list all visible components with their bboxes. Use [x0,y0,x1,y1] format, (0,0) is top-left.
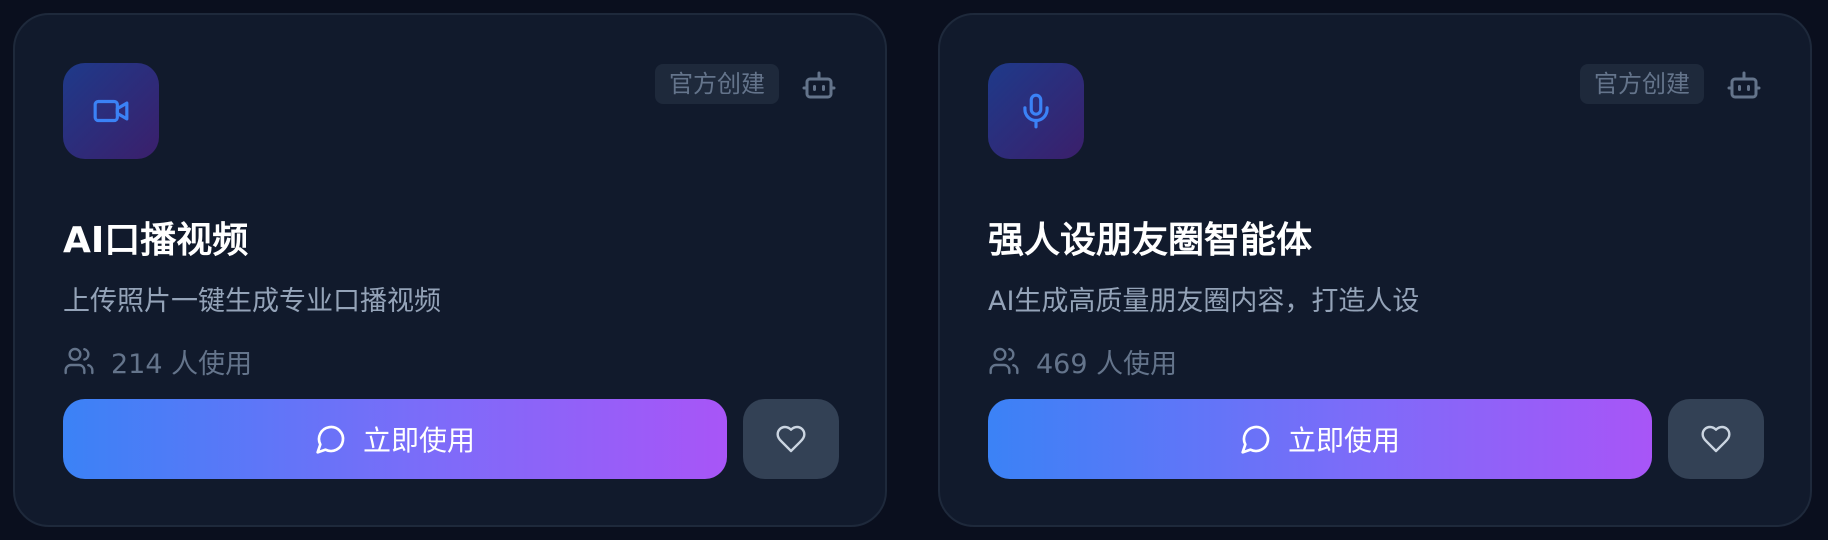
agent-avatar [63,63,159,159]
agent-card: 官方创建 强人设朋友圈智能体 AI生成高质量朋友圈内容，打造人设 469 人使用 [938,13,1812,527]
agent-cards-grid: 官方创建 AI口播视频 上传照片一键生成专业口播视频 214 人使用 立即使用 … [0,0,1828,540]
usage-count-label: 214 人使用 [111,348,253,380]
use-now-label: 立即使用 [362,424,475,457]
heart-icon [1701,425,1731,453]
agent-title: 强人设朋友圈智能体 [988,220,1313,261]
use-now-button[interactable]: 立即使用 [988,399,1652,479]
favorite-button[interactable] [1668,399,1764,479]
usage-count: 469 人使用 [988,343,1178,380]
agent-avatar [988,63,1084,159]
agent-description: 上传照片一键生成专业口播视频 [63,286,441,317]
heart-icon [776,425,806,453]
favorite-button[interactable] [743,399,839,479]
robot-icon [1726,67,1762,103]
usage-count-label: 469 人使用 [1036,348,1178,380]
message-circle-icon [316,425,345,454]
users-icon [989,347,1019,375]
microphone-icon [1023,93,1049,129]
agent-card: 官方创建 AI口播视频 上传照片一键生成专业口播视频 214 人使用 立即使用 [13,13,887,527]
usage-count: 214 人使用 [63,343,253,380]
users-icon [64,347,94,375]
use-now-label: 立即使用 [1287,424,1400,457]
official-badge: 官方创建 [1580,64,1704,104]
message-circle-icon [1241,425,1270,454]
official-badge: 官方创建 [655,64,779,104]
video-camera-icon [93,99,129,123]
robot-icon [801,67,837,103]
agent-description: AI生成高质量朋友圈内容，打造人设 [988,286,1420,317]
agent-title: AI口播视频 [63,220,249,261]
use-now-button[interactable]: 立即使用 [63,399,727,479]
